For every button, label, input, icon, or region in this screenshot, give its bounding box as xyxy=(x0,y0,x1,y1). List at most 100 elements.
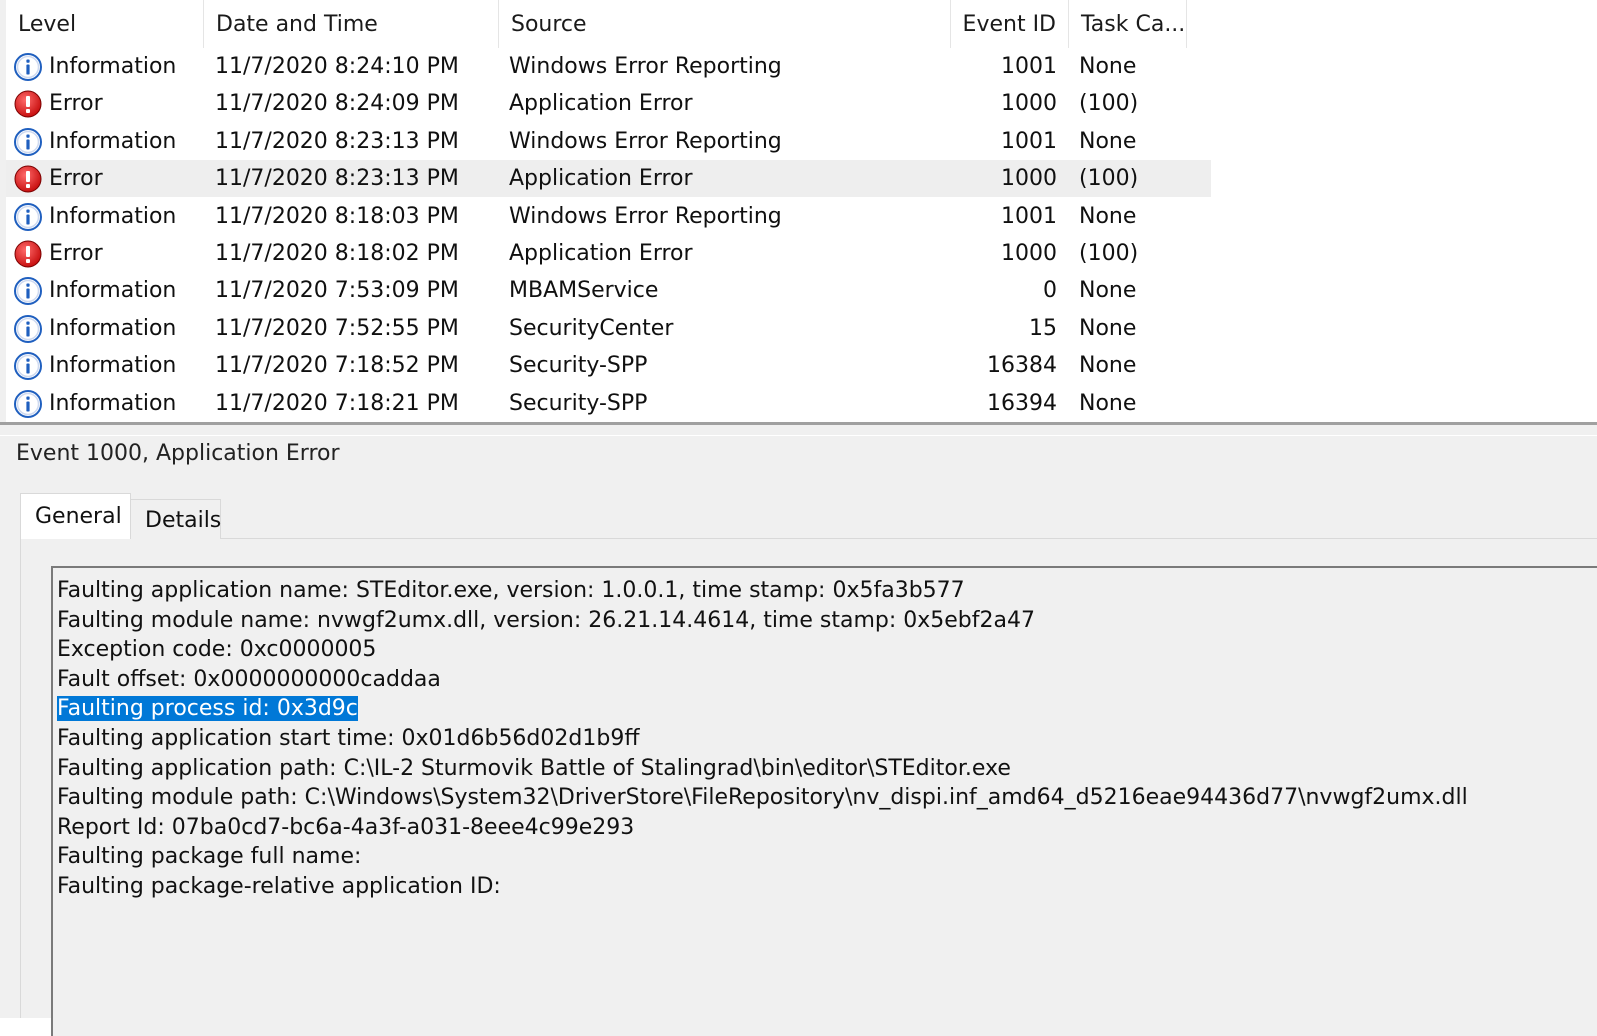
event-level: Error xyxy=(49,241,103,266)
event-source: Windows Error Reporting xyxy=(509,203,782,229)
message-line-text: Faulting package-relative application ID… xyxy=(57,874,501,899)
tab-general[interactable]: General xyxy=(20,493,131,540)
message-line: Faulting package-relative application ID… xyxy=(57,872,501,901)
column-header-task-category[interactable]: Task Ca... xyxy=(1069,0,1187,48)
details-title: Event 1000, Application Error xyxy=(16,441,340,466)
event-id: 0 xyxy=(1043,278,1057,304)
event-id: 15 xyxy=(1029,315,1057,341)
event-id: 1000 xyxy=(1001,166,1057,192)
event-row[interactable]: Information 11/7/2020 8:24:10 PM Windows E… xyxy=(6,48,1211,85)
info-icon xyxy=(14,53,42,81)
message-line-text: Fault offset: 0x0000000000caddaa xyxy=(57,666,441,692)
message-line-text: Faulting process id: 0x3d9c xyxy=(57,696,358,722)
event-task-category: (100) xyxy=(1079,241,1139,266)
column-header-event-id[interactable]: Event ID xyxy=(951,0,1069,48)
event-row[interactable]: Information 11/7/2020 8:23:13 PM Windows E… xyxy=(6,123,1211,160)
tab-details[interactable]: Details xyxy=(131,499,221,539)
info-icon xyxy=(14,352,42,381)
tab-general-content: Faulting application name: STEditor.exe,… xyxy=(20,539,1597,1036)
event-source: Application Error xyxy=(509,166,693,192)
event-date-time: 11/7/2020 8:23:13 PM xyxy=(215,166,459,192)
event-source: Application Error xyxy=(509,241,693,266)
message-line: Faulting module name: nvwgf2umx.dll, ver… xyxy=(57,606,1035,635)
event-row[interactable]: Information 11/7/2020 7:53:09 PM MBAMServi… xyxy=(6,272,1211,309)
message-line-text: Exception code: 0xc0000005 xyxy=(57,637,377,663)
event-row[interactable]: Error 11/7/2020 8:23:13 PM Application Err… xyxy=(6,160,1211,198)
event-list[interactable]: Level Date and Time Source Event ID Task… xyxy=(0,0,1597,422)
message-line-text: Faulting module path: C:\Windows\System3… xyxy=(57,785,1468,811)
event-source: Windows Error Reporting xyxy=(509,54,782,79)
message-line: Faulting application start time: 0x01d6b… xyxy=(57,724,639,753)
event-source: Security-SPP xyxy=(509,353,648,379)
pane-divider xyxy=(0,435,1597,436)
event-id: 16384 xyxy=(987,353,1057,379)
event-row[interactable]: Error 11/7/2020 8:24:09 PM Application Err… xyxy=(6,85,1211,122)
info-icon xyxy=(14,127,42,156)
message-line-text: Faulting application path: C:\IL-2 Sturm… xyxy=(57,755,1011,781)
event-date-time: 11/7/2020 8:24:09 PM xyxy=(215,91,459,117)
event-level: Information xyxy=(49,315,177,341)
column-header-row: Level Date and Time Source Event ID Task… xyxy=(6,0,1597,48)
message-line: Faulting module path: C:\Windows\System3… xyxy=(57,783,1468,812)
event-date-time: 11/7/2020 8:23:13 PM xyxy=(215,128,459,154)
error-icon xyxy=(14,165,42,193)
event-task-category: (100) xyxy=(1079,166,1139,192)
event-date-time: 11/7/2020 7:53:09 PM xyxy=(215,278,459,304)
event-task-category: None xyxy=(1079,54,1137,79)
event-level: Error xyxy=(49,166,103,192)
event-id: 1001 xyxy=(1001,203,1057,229)
event-level: Information xyxy=(49,390,177,416)
message-line-text: Report Id: 07ba0cd7-bc6a-4a3f-a031-8eee4… xyxy=(57,814,635,840)
event-source: Windows Error Reporting xyxy=(509,128,782,154)
event-date-time: 11/7/2020 8:18:02 PM xyxy=(215,241,459,266)
event-task-category: (100) xyxy=(1079,91,1139,117)
event-row[interactable]: Information 11/7/2020 8:18:03 PM Windows E… xyxy=(6,198,1211,235)
column-header-date-time[interactable]: Date and Time xyxy=(204,0,499,48)
event-id: 1000 xyxy=(1001,91,1057,117)
message-line: Exception code: 0xc0000005 xyxy=(57,635,376,664)
column-header-level[interactable]: Level xyxy=(6,0,204,48)
event-source: Security-SPP xyxy=(509,390,648,416)
event-id: 16394 xyxy=(987,390,1057,416)
event-message-box[interactable]: Faulting application name: STEditor.exe,… xyxy=(51,566,1597,1036)
event-level: Error xyxy=(49,91,103,117)
event-row[interactable]: Information 11/7/2020 7:18:21 PM Security-… xyxy=(6,385,1211,422)
event-task-category: None xyxy=(1079,353,1137,379)
column-header-source[interactable]: Source xyxy=(499,0,951,48)
event-id: 1001 xyxy=(1001,128,1057,154)
event-level: Information xyxy=(49,353,177,379)
message-line: Faulting application path: C:\IL-2 Sturm… xyxy=(57,754,1011,783)
event-source: Application Error xyxy=(509,91,693,117)
event-date-time: 11/7/2020 8:24:10 PM xyxy=(215,54,459,79)
event-details-pane: Event 1000, Application Error General De… xyxy=(0,425,1597,1036)
event-date-time: 11/7/2020 7:52:55 PM xyxy=(215,315,459,341)
message-line: Faulting application name: STEditor.exe,… xyxy=(57,576,965,605)
event-task-category: None xyxy=(1079,128,1137,154)
message-line: Report Id: 07ba0cd7-bc6a-4a3f-a031-8eee4… xyxy=(57,813,634,842)
event-source: MBAMService xyxy=(509,278,659,304)
event-task-category: None xyxy=(1079,315,1137,341)
message-line-text: Faulting package full name: xyxy=(57,844,362,870)
info-icon xyxy=(14,277,42,306)
event-level: Information xyxy=(49,128,177,154)
message-line-text: Faulting application name: STEditor.exe,… xyxy=(57,578,965,603)
error-icon xyxy=(14,240,42,268)
message-line: Fault offset: 0x0000000000caddaa xyxy=(57,665,441,694)
event-task-category: None xyxy=(1079,203,1137,229)
event-task-category: None xyxy=(1079,390,1137,416)
event-level: Information xyxy=(49,203,177,229)
event-row[interactable]: Information 11/7/2020 7:52:55 PM SecurityC… xyxy=(6,310,1211,347)
event-task-category: None xyxy=(1079,278,1137,304)
info-icon xyxy=(14,314,42,343)
event-level: Information xyxy=(49,278,177,304)
event-level: Information xyxy=(49,54,177,79)
event-date-time: 11/7/2020 7:18:52 PM xyxy=(215,353,459,379)
info-icon xyxy=(14,202,42,231)
message-line: Faulting package full name: xyxy=(57,842,361,871)
event-row[interactable]: Information 11/7/2020 7:18:52 PM Security-… xyxy=(6,347,1211,384)
error-icon xyxy=(14,90,42,118)
message-line-text: Faulting module name: nvwgf2umx.dll, ver… xyxy=(57,607,1035,633)
message-line-text: Faulting application start time: 0x01d6b… xyxy=(57,726,640,751)
event-row[interactable]: Error 11/7/2020 8:18:02 PM Application Err… xyxy=(6,235,1211,272)
event-source: SecurityCenter xyxy=(509,315,674,341)
